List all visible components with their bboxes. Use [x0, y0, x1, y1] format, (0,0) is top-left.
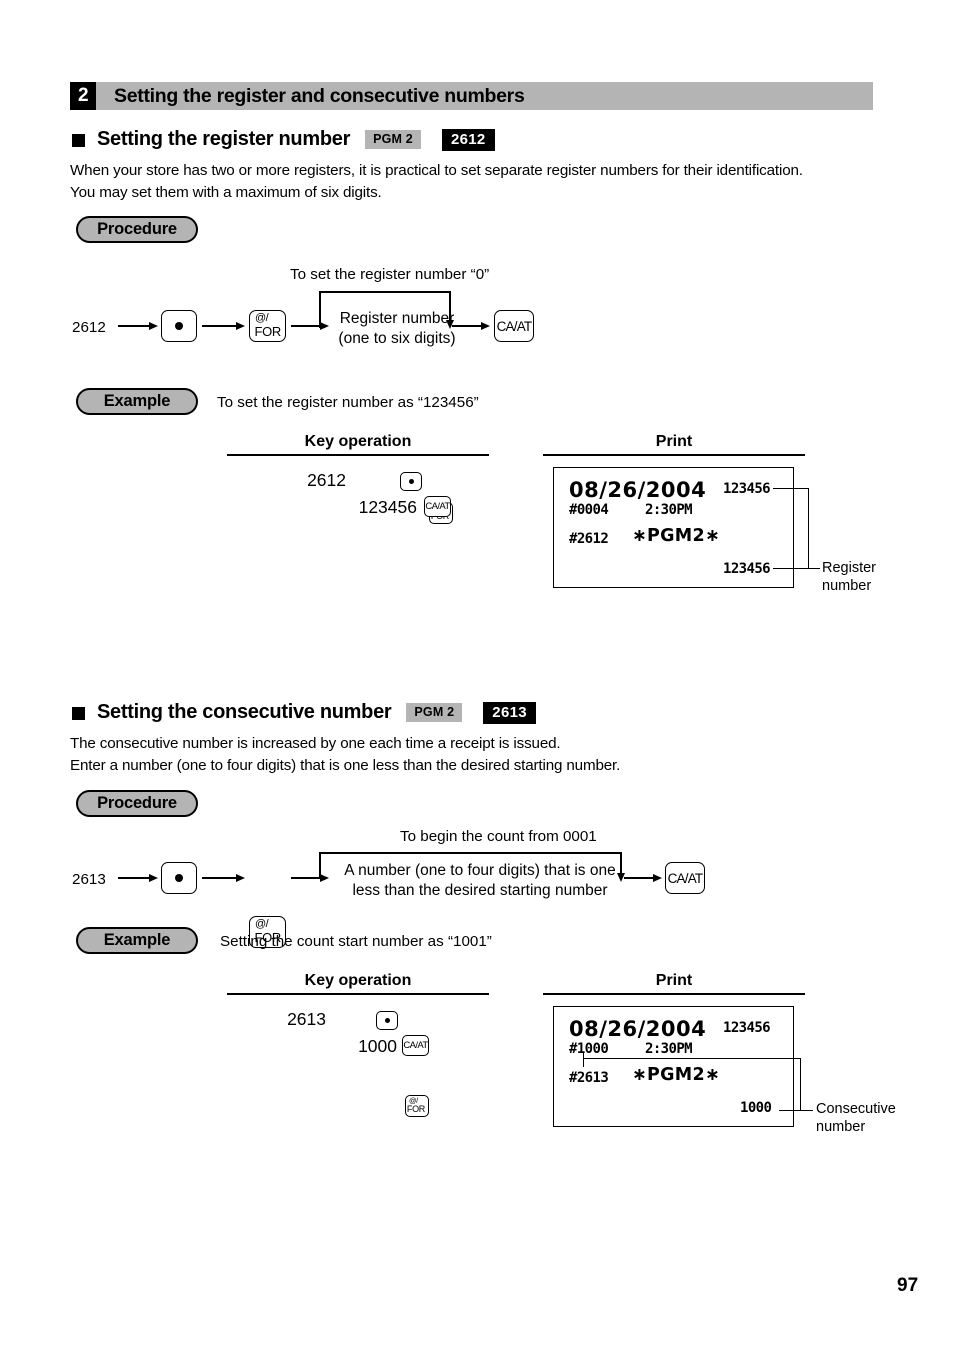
receipt-value-1: 123456	[723, 561, 771, 577]
key-op-number-1b: 123456	[358, 497, 417, 517]
section-title: Setting the register and consecutive num…	[96, 82, 873, 110]
page-number: 97	[897, 1275, 919, 1296]
procedure-pill-1: Procedure	[76, 216, 198, 243]
example-pill-1: Example	[76, 388, 198, 415]
code-badge-2613: 2613	[483, 701, 536, 724]
dot-icon	[175, 874, 183, 882]
flow-arrow-1d	[452, 322, 490, 331]
receipt-time-2: 2:30PM	[645, 1041, 693, 1057]
flow-entry-label-1: Register number (one to six digits)	[338, 310, 456, 347]
example-text-2: Setting the count start number as “1001”	[220, 933, 492, 950]
receipt-date-1: 08/26/2004	[569, 478, 707, 502]
key-operation-header-2: Key operation	[304, 972, 412, 989]
document-page: 2 Setting the register and consecutive n…	[0, 0, 954, 1349]
print-rule-2	[543, 993, 805, 995]
key-at-label-1: @/	[255, 312, 269, 324]
flow-arrow-1b	[202, 322, 245, 331]
key-decimal-point-small-2[interactable]	[376, 1011, 398, 1030]
key-at-for-1[interactable]: @/ FOR	[249, 310, 286, 342]
square-bullet-icon	[72, 707, 85, 720]
flow-arrow-2b	[202, 874, 245, 883]
receipt-top-right-1: 123456	[723, 481, 771, 497]
code-badge-2612: 2612	[441, 128, 495, 151]
procedure-pill-2: Procedure	[76, 790, 198, 817]
key-for-label-1: FOR	[254, 324, 281, 339]
mode-badge-pgm2-2: PGM 2	[406, 702, 463, 723]
example-text-1: To set the register number as “123456”	[217, 394, 479, 411]
key-decimal-point-small-1[interactable]	[400, 472, 422, 491]
mode-badge-pgm2: PGM 2	[365, 129, 421, 150]
receipt-top-right-2: 123456	[723, 1020, 771, 1036]
key-ca-at-1[interactable]: CA/AT	[494, 310, 534, 342]
receipt-time-1: 2:30PM	[645, 502, 693, 518]
subheading-consecutive-number: Setting the consecutive number PGM 2 261…	[72, 701, 536, 724]
flow-note-above-1: To set the register number “0”	[290, 266, 490, 283]
flow-entry-label-2: A number (one to four digits) that is on…	[344, 862, 616, 899]
register-number-description: When your store has two or more register…	[70, 162, 803, 201]
key-operation-header-1: Key operation	[304, 433, 412, 450]
key-for-label-small-2: FOR	[406, 1104, 425, 1114]
receipt-callout-label-2: Consecutive number	[816, 1101, 896, 1135]
key-ca-at-small-1[interactable]: CA/AT	[424, 496, 451, 517]
key-decimal-point-1[interactable]	[161, 310, 197, 342]
receipt-value-2: 1000	[740, 1100, 772, 1116]
square-bullet-icon	[72, 134, 85, 147]
flow-arrow-2a	[118, 874, 158, 883]
procedure-flow-register: To set the register number “0” 2612 @/ F…	[0, 0, 954, 347]
dot-icon	[408, 479, 414, 484]
flow-arrow-2d	[624, 874, 662, 883]
receipt-date-2: 08/26/2004	[569, 1017, 707, 1041]
key-ca-at-label-2: CA/AT	[667, 870, 704, 886]
key-op-number-1a: 2612	[307, 470, 346, 490]
print-header-1: Print	[655, 433, 693, 450]
receipt-prog-code-2: #2613	[569, 1070, 609, 1086]
key-ca-at-2[interactable]: CA/AT	[665, 862, 705, 894]
flow-note-above-2: To begin the count from 0001	[400, 828, 597, 845]
key-ca-at-label-small-2: CA/AT	[403, 1040, 428, 1051]
flow-arrow-1c	[291, 322, 329, 331]
key-ca-at-label-small-1: CA/AT	[425, 501, 450, 512]
flow-arrow-1a	[118, 322, 158, 331]
key-operation-rule-2	[227, 993, 489, 995]
receipt-prog-label-2: ∗PGM2∗	[632, 1065, 720, 1085]
key-op-number-2a: 2613	[287, 1009, 326, 1029]
subheading-label: Setting the register number	[97, 128, 351, 150]
flow-arrow-2c	[291, 874, 329, 883]
key-operation-rows-1: 2612 @/ FOR 123456 CA/AT	[0, 32, 954, 524]
dot-icon	[175, 322, 183, 330]
dot-icon	[384, 1018, 390, 1023]
key-decimal-point-2[interactable]	[161, 862, 197, 894]
key-ca-at-small-2[interactable]: CA/AT	[402, 1035, 429, 1056]
key-ca-at-label-1: CA/AT	[496, 318, 533, 334]
flow-start-code-2: 2613	[72, 871, 106, 888]
receipt-callout-label-1: Register number	[822, 560, 876, 594]
key-at-label-2: @/	[255, 918, 269, 930]
key-op-number-2b: 1000	[358, 1036, 397, 1056]
receipt-counter-2: #1000	[569, 1041, 609, 1057]
flow-bracket-top-2	[319, 852, 622, 854]
key-at-for-small-2[interactable]: @/ FOR	[405, 1095, 429, 1117]
section-header-bar: 2 Setting the register and consecutive n…	[70, 82, 873, 110]
receipt-prog-label-1: ∗PGM2∗	[632, 526, 720, 546]
key-operation-rule-1	[227, 454, 489, 456]
print-header-2: Print	[655, 972, 693, 989]
consecutive-number-description: The consecutive number is increased by o…	[70, 735, 621, 774]
print-rule-1	[543, 454, 805, 456]
flow-start-code-1: 2612	[72, 319, 106, 336]
subheading-label-2: Setting the consecutive number	[97, 701, 392, 723]
example-pill-2: Example	[76, 927, 198, 954]
subheading-register-number: Setting the register number PGM 2 2612	[72, 128, 495, 151]
receipt-counter-1: #0004	[569, 502, 609, 518]
flow-bracket-top-1	[319, 291, 451, 293]
section-number-badge: 2	[70, 82, 96, 110]
receipt-prog-code-1: #2612	[569, 531, 609, 547]
